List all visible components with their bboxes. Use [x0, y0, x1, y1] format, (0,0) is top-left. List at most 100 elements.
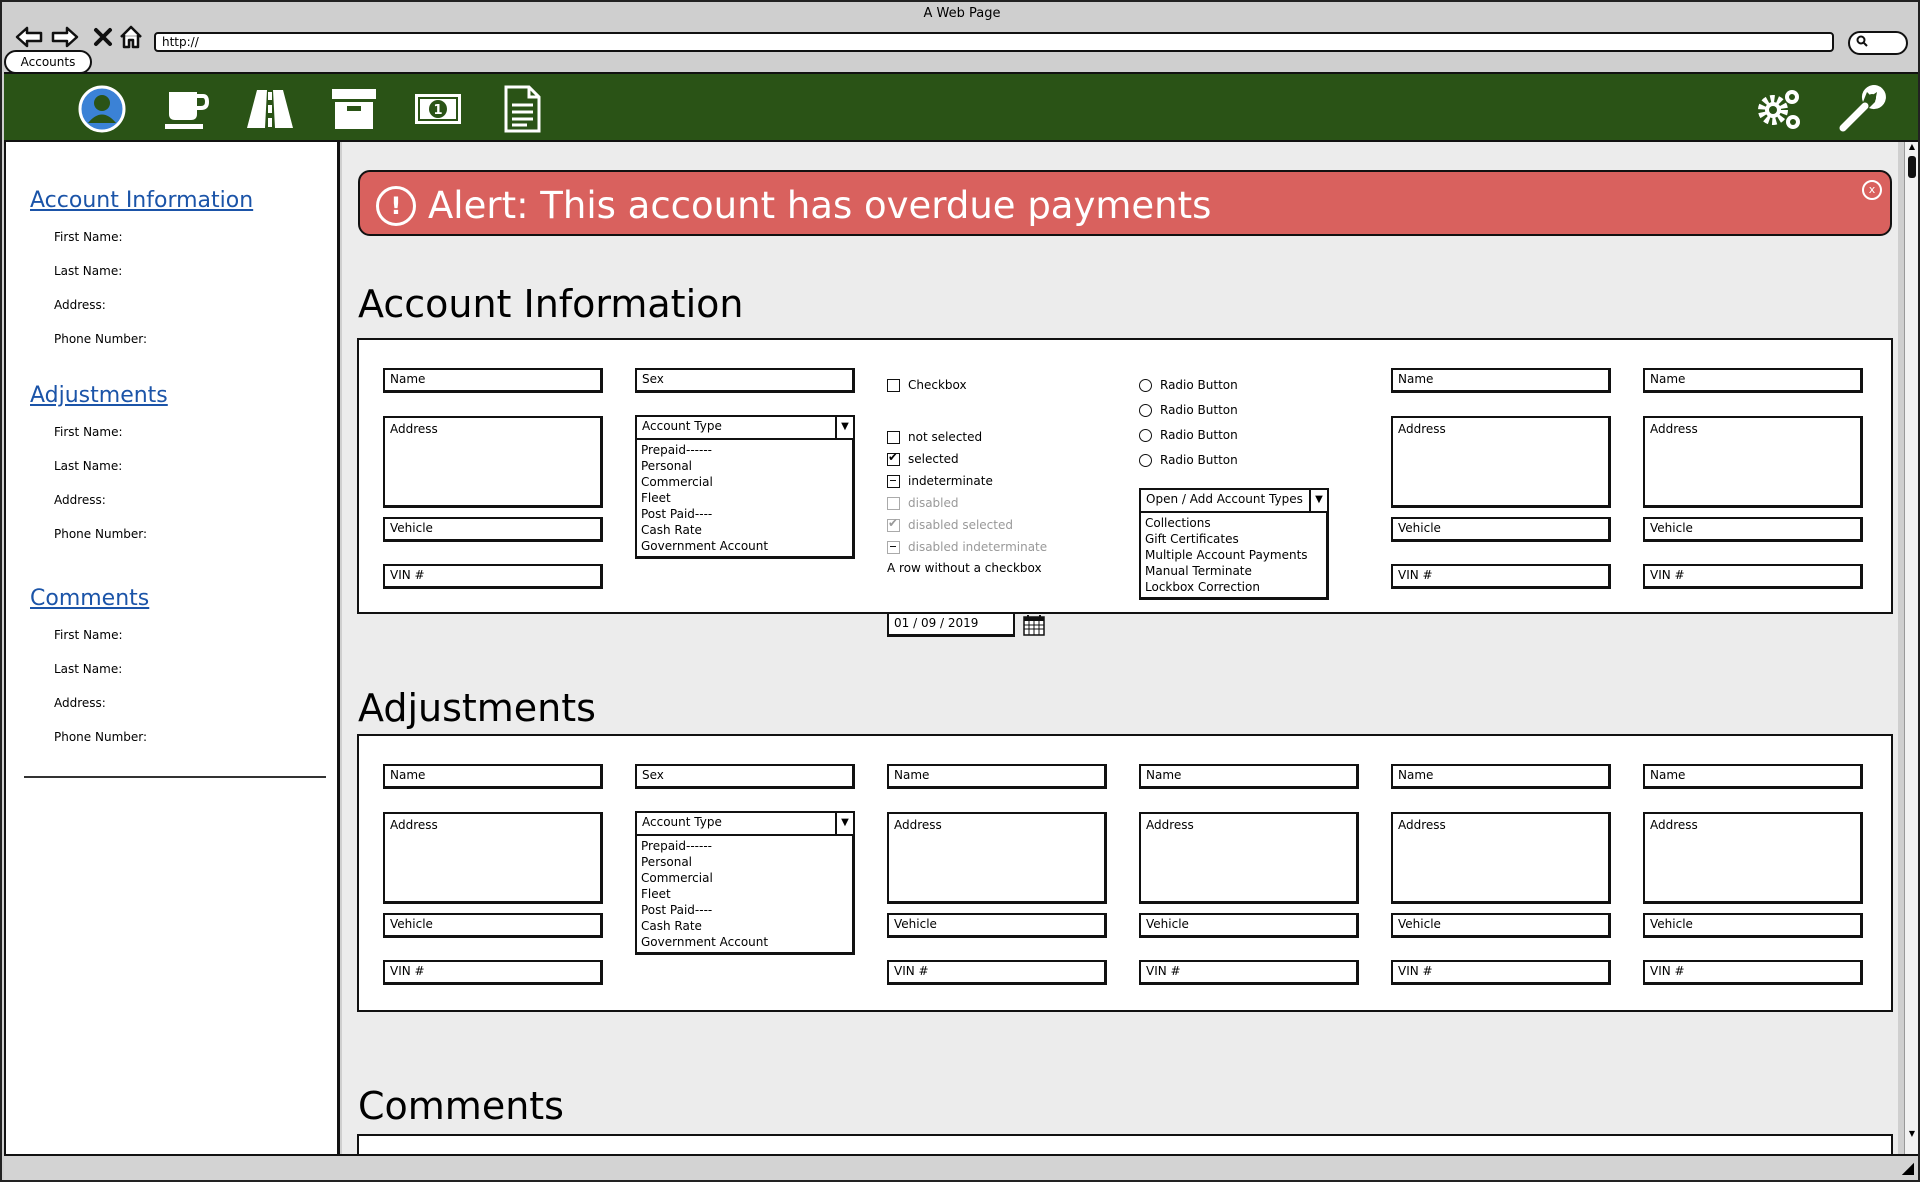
chevron-down-icon[interactable]: ▼ [835, 813, 853, 834]
radio-icon[interactable] [1139, 453, 1152, 467]
vin-field[interactable]: VIN # [1139, 960, 1359, 985]
list-item[interactable]: Gift Certificates [1145, 531, 1322, 547]
calendar-icon[interactable] [1023, 614, 1045, 636]
road-icon[interactable] [242, 82, 298, 136]
forward-arrow-icon[interactable] [50, 22, 80, 52]
vehicle-field[interactable]: Vehicle [383, 517, 603, 542]
name-field[interactable]: Name [887, 764, 1107, 789]
date-field[interactable]: 01 / 09 / 2019 [887, 612, 1015, 637]
vehicle-field[interactable]: Vehicle [1643, 517, 1863, 542]
radio-icon[interactable] [1139, 378, 1152, 392]
list-item[interactable]: Lockbox Correction [1145, 579, 1322, 595]
sex-field[interactable]: Sex [635, 764, 855, 789]
vehicle-field[interactable]: Vehicle [1391, 517, 1611, 542]
list-item[interactable]: Fleet [641, 886, 848, 902]
radio-button[interactable]: Radio Button [1139, 426, 1238, 444]
list-item[interactable]: Cash Rate [641, 918, 848, 934]
address-field[interactable]: Address [1643, 812, 1863, 904]
vin-field[interactable]: VIN # [383, 564, 603, 589]
account-type-combobox[interactable]: Account Type ▼ Prepaid------ Personal Co… [635, 415, 855, 559]
list-item[interactable]: Post Paid---- [641, 506, 848, 522]
list-item[interactable]: Cash Rate [641, 522, 848, 538]
scroll-thumb[interactable] [1908, 156, 1916, 178]
address-field[interactable]: Address [1391, 416, 1611, 508]
address-field[interactable]: Address [1391, 812, 1611, 904]
checkbox-not-selected[interactable]: not selected [887, 428, 982, 446]
radio-button[interactable]: Radio Button [1139, 376, 1238, 394]
vin-field[interactable]: VIN # [1643, 960, 1863, 985]
checkbox-icon[interactable] [887, 378, 900, 392]
list-item[interactable]: Collections [1145, 515, 1322, 531]
name-field[interactable]: Name [383, 764, 603, 789]
vehicle-field[interactable]: Vehicle [887, 913, 1107, 938]
vertical-scrollbar[interactable]: ▲ ▼ [1904, 142, 1918, 1154]
address-field[interactable]: Address [887, 812, 1107, 904]
list-item[interactable]: Manual Terminate [1145, 563, 1322, 579]
list-item[interactable]: Fleet [641, 490, 848, 506]
checkbox-indeterminate[interactable]: indeterminate [887, 472, 993, 490]
name-field[interactable]: Name [1643, 764, 1863, 789]
vin-field[interactable]: VIN # [383, 960, 603, 985]
list-item[interactable]: Commercial [641, 474, 848, 490]
row-without-checkbox[interactable]: A row without a checkbox [887, 559, 1042, 577]
name-field[interactable]: Name [383, 368, 603, 393]
vehicle-field[interactable]: Vehicle [1643, 913, 1863, 938]
name-field[interactable]: Name [1139, 764, 1359, 789]
browser-search-field[interactable] [1848, 31, 1908, 55]
document-icon[interactable] [494, 82, 550, 136]
list-item[interactable]: Government Account [641, 538, 848, 554]
address-field[interactable]: Address [1643, 416, 1863, 508]
chevron-down-icon[interactable]: ▼ [1309, 490, 1327, 511]
coffee-cup-icon[interactable] [158, 82, 214, 136]
sex-field[interactable]: Sex [635, 368, 855, 393]
checkbox-icon[interactable] [887, 430, 900, 444]
archive-box-icon[interactable] [326, 82, 382, 136]
wrench-icon[interactable] [1834, 82, 1890, 136]
vin-field[interactable]: VIN # [1391, 960, 1611, 985]
radio-button[interactable]: Radio Button [1139, 451, 1238, 469]
vehicle-field[interactable]: Vehicle [1139, 913, 1359, 938]
name-field[interactable]: Name [1391, 368, 1611, 393]
list-item[interactable]: Multiple Account Payments [1145, 547, 1322, 563]
user-icon[interactable] [74, 82, 130, 136]
radio-icon[interactable] [1139, 428, 1152, 442]
vin-field[interactable]: VIN # [887, 960, 1107, 985]
back-arrow-icon[interactable] [14, 22, 44, 52]
add-account-types-combobox[interactable]: Open / Add Account Types ▼ Collections G… [1139, 488, 1329, 600]
resize-grip-icon[interactable]: ◢ [1902, 1158, 1914, 1177]
scroll-down-icon[interactable]: ▼ [1905, 1129, 1919, 1138]
address-field[interactable]: Address [383, 812, 603, 904]
radio-button[interactable]: Radio Button [1139, 401, 1238, 419]
list-item[interactable]: Personal [641, 854, 848, 870]
address-field[interactable]: Address [383, 416, 603, 508]
sidebar-link-account-information[interactable]: Account Information [30, 188, 330, 213]
vin-field[interactable]: VIN # [1643, 564, 1863, 589]
checked-checkbox-icon[interactable] [887, 450, 900, 466]
list-item[interactable]: Prepaid------ [641, 442, 848, 458]
list-item[interactable]: Post Paid---- [641, 902, 848, 918]
gears-icon[interactable] [1752, 82, 1808, 136]
radio-icon[interactable] [1139, 403, 1152, 417]
account-type-combobox[interactable]: Account Type ▼ Prepaid------ Personal Co… [635, 811, 855, 955]
url-input[interactable]: http:// [154, 32, 1834, 52]
vin-field[interactable]: VIN # [1391, 564, 1611, 589]
list-item[interactable]: Commercial [641, 870, 848, 886]
chevron-down-icon[interactable]: ▼ [835, 417, 853, 438]
name-field[interactable]: Name [1391, 764, 1611, 789]
checkbox-row[interactable]: Checkbox [887, 376, 967, 394]
name-field[interactable]: Name [1643, 368, 1863, 393]
tab-accounts[interactable]: Accounts [4, 50, 92, 74]
money-icon[interactable]: 1 [410, 82, 466, 136]
home-icon[interactable] [116, 22, 146, 52]
list-item[interactable]: Personal [641, 458, 848, 474]
list-item[interactable]: Government Account [641, 934, 848, 950]
stop-icon[interactable] [88, 22, 118, 52]
checkbox-selected[interactable]: selected [887, 450, 959, 468]
vehicle-field[interactable]: Vehicle [1391, 913, 1611, 938]
sidebar-link-comments[interactable]: Comments [30, 586, 330, 611]
alert-close-button[interactable]: x [1862, 180, 1882, 200]
list-item[interactable]: Prepaid------ [641, 838, 848, 854]
vehicle-field[interactable]: Vehicle [383, 913, 603, 938]
address-field[interactable]: Address [1139, 812, 1359, 904]
indeterminate-checkbox-icon[interactable] [887, 474, 900, 488]
